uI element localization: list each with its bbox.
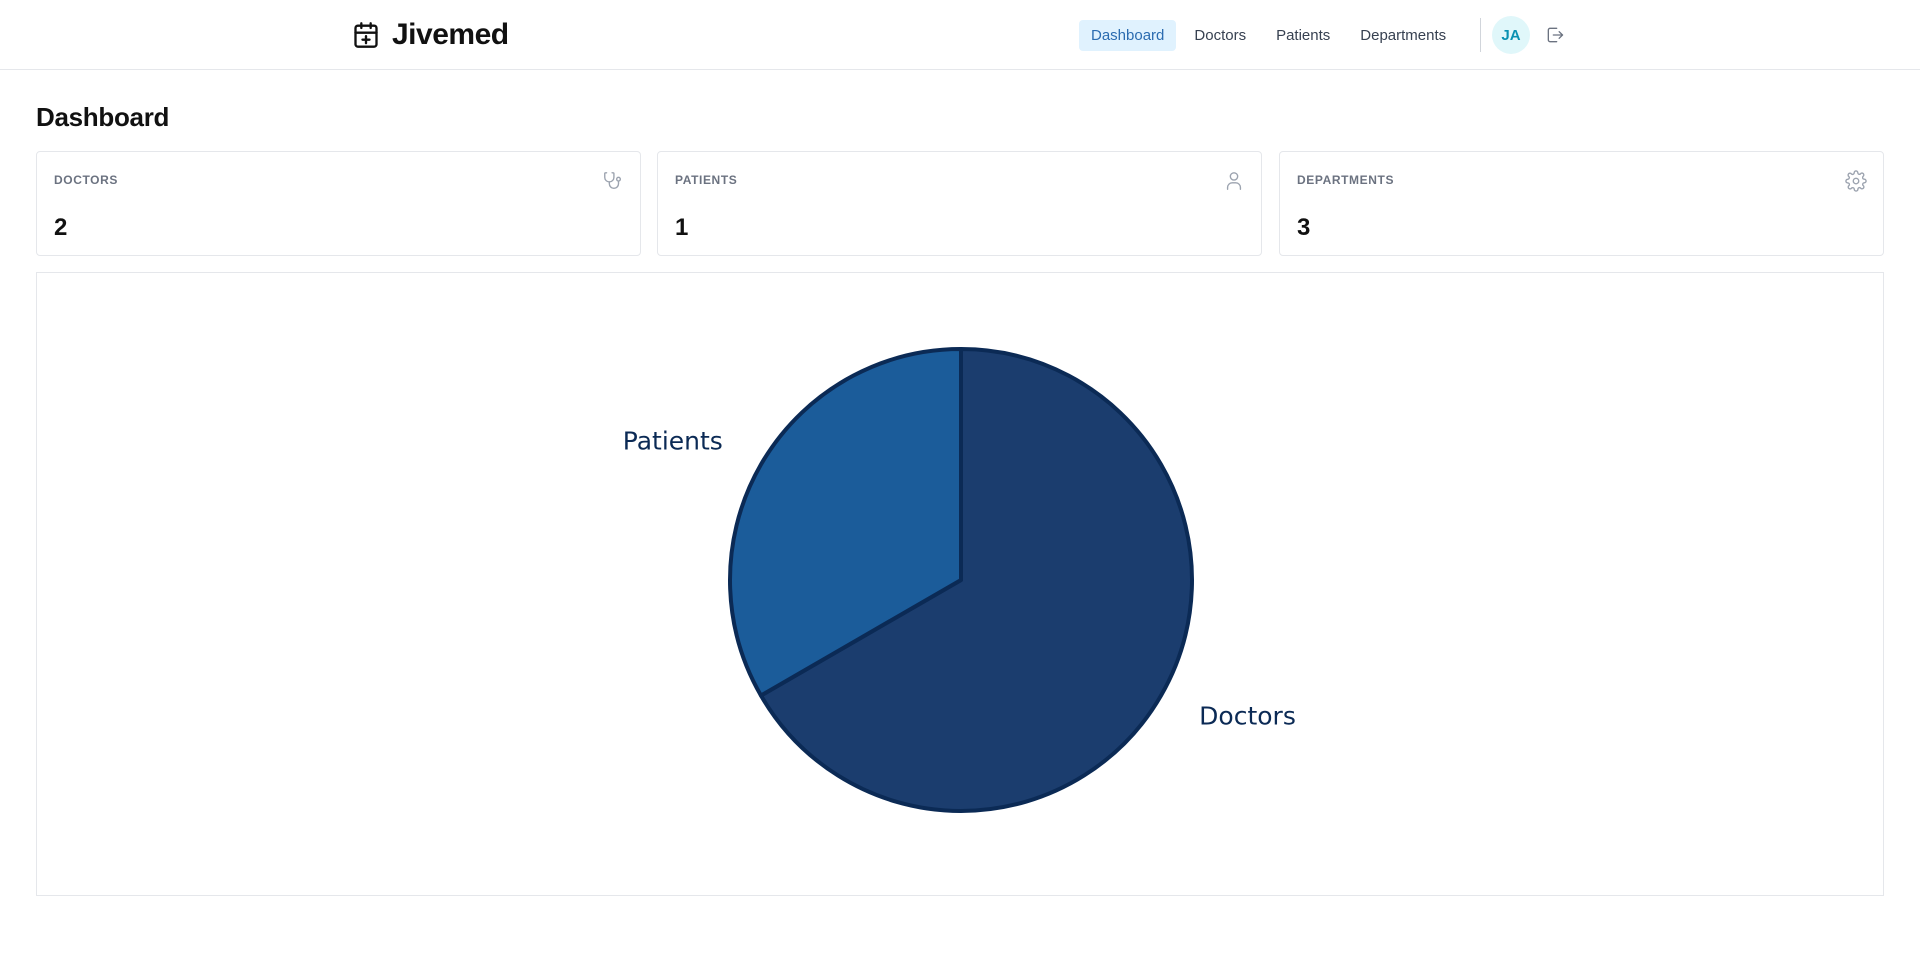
pie-label-doctors: Doctors xyxy=(1199,702,1296,731)
nav-patients[interactable]: Patients xyxy=(1264,20,1342,51)
stat-label: DOCTORS xyxy=(54,173,118,187)
pie-label-patients: Patients xyxy=(623,427,723,456)
stat-value: 1 xyxy=(675,214,689,241)
stat-card-patients[interactable]: PATIENTS 1 xyxy=(657,151,1262,256)
stat-label: DEPARTMENTS xyxy=(1297,173,1395,187)
chart-panel: Doctors Patients xyxy=(36,272,1884,896)
stat-value: 2 xyxy=(54,214,68,241)
brand-name: Jivemed xyxy=(392,18,509,51)
top-navbar: Jivemed Dashboard Doctors Patients Depar… xyxy=(0,0,1920,70)
brand[interactable]: Jivemed xyxy=(352,17,509,53)
nav-dashboard[interactable]: Dashboard xyxy=(1079,20,1177,51)
user-icon xyxy=(1223,170,1245,192)
stat-label: PATIENTS xyxy=(675,173,738,187)
nav-divider xyxy=(1480,18,1481,52)
nav-departments[interactable]: Departments xyxy=(1348,20,1458,51)
calendar-plus-icon xyxy=(354,22,378,48)
page-title: Dashboard xyxy=(36,102,170,132)
user-avatar[interactable]: JA xyxy=(1492,16,1530,54)
stat-card-doctors[interactable]: DOCTORS 2 xyxy=(36,151,641,256)
main-nav: Dashboard Doctors Patients Departments xyxy=(1079,20,1458,51)
stat-value: 3 xyxy=(1297,214,1311,241)
logout-button[interactable] xyxy=(1545,25,1565,45)
stat-card-departments[interactable]: DEPARTMENTS 3 xyxy=(1279,151,1884,256)
gear-icon xyxy=(1845,170,1867,192)
stethoscope-icon xyxy=(602,170,624,192)
pie-chart: Doctors Patients xyxy=(623,347,1296,813)
logout-icon xyxy=(1547,27,1564,43)
nav-doctors[interactable]: Doctors xyxy=(1182,20,1258,51)
